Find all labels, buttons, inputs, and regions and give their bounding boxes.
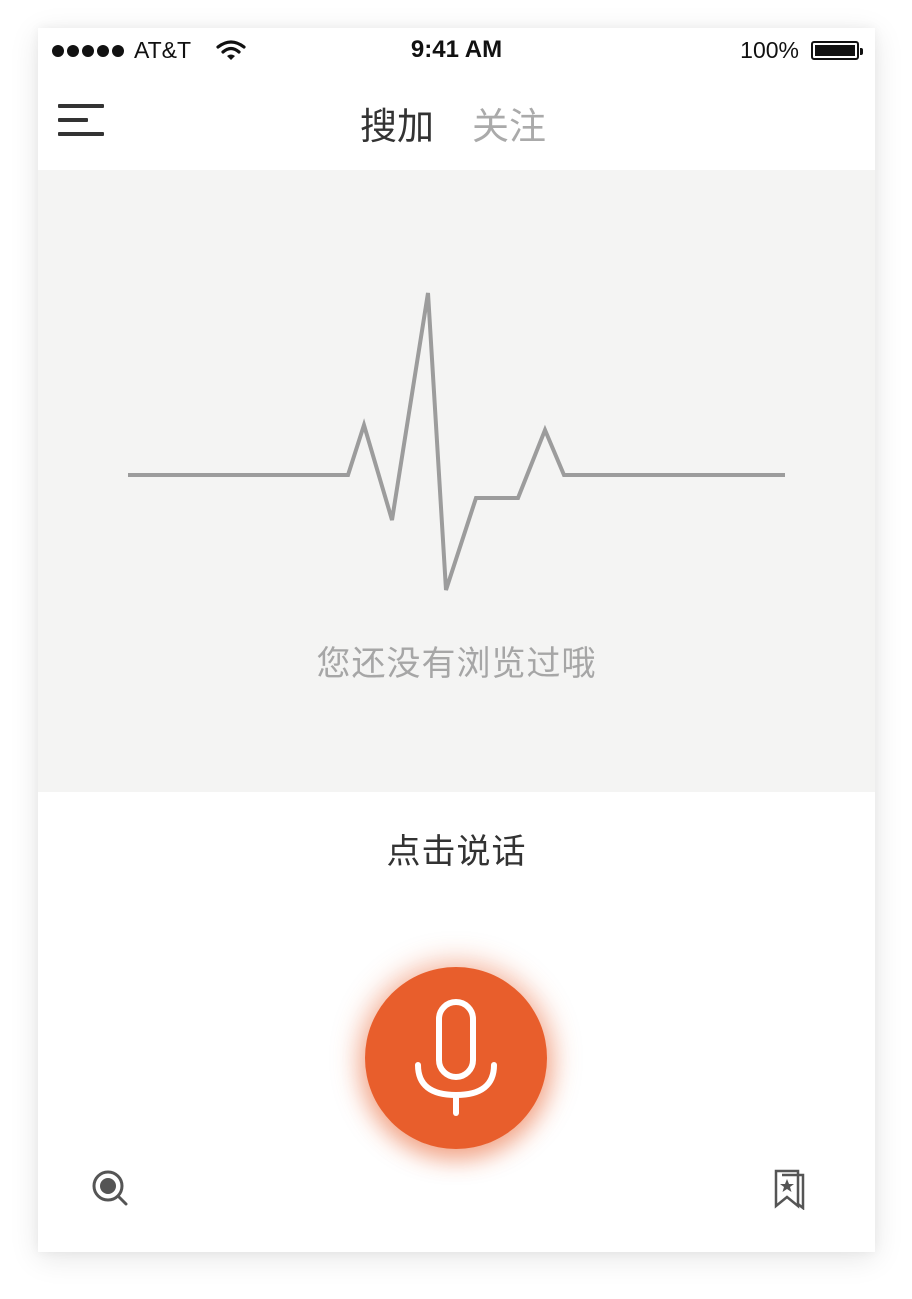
scan-search-icon[interactable]	[90, 1168, 130, 1208]
nav-bar: 搜加 关注	[38, 74, 875, 170]
heartbeat-line-icon	[128, 292, 785, 591]
bookmark-star-icon[interactable]	[772, 1168, 808, 1210]
battery-percentage: 100%	[740, 37, 799, 63]
phone-screen: AT&T 9:41 AM 100% 搜加 关注 您还没有浏览过哦 点击说话	[38, 28, 875, 1252]
tap-to-speak-label: 点击说话	[386, 833, 527, 871]
tab-follow[interactable]: 关注	[472, 96, 546, 150]
tab-souja[interactable]: 搜加	[360, 96, 434, 150]
history-empty-panel: 您还没有浏览过哦	[38, 170, 875, 792]
microphone-icon	[415, 999, 497, 1116]
menu-icon[interactable]	[58, 102, 106, 138]
empty-history-message: 您还没有浏览过哦	[316, 645, 597, 683]
voice-input-button[interactable]	[365, 967, 547, 1149]
battery-icon	[811, 41, 863, 60]
status-bar: AT&T 9:41 AM 100%	[38, 28, 875, 74]
